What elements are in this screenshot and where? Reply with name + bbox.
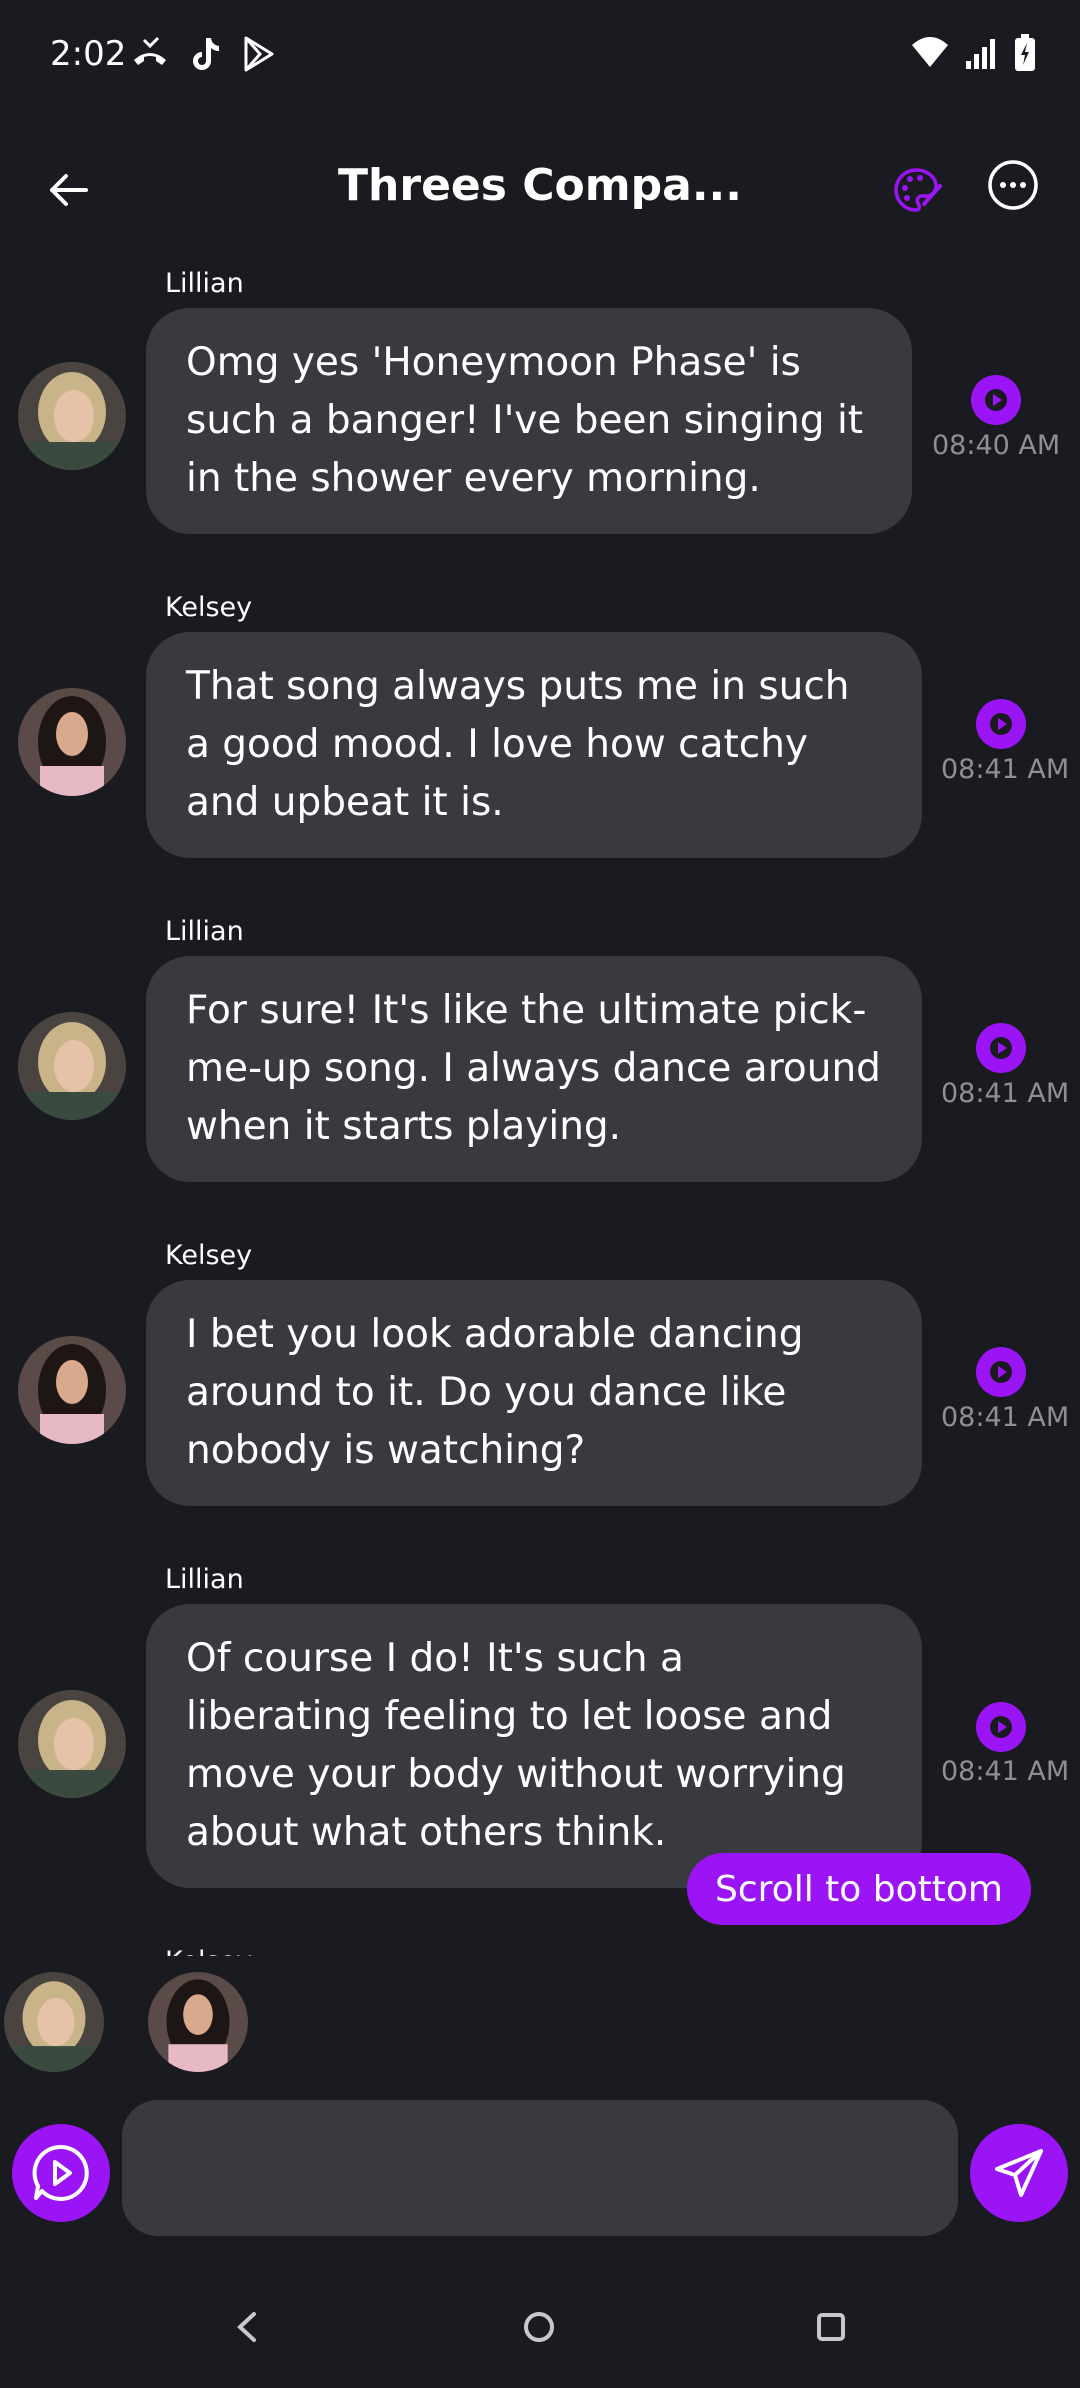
message-timestamp: 08:41 AM <box>941 1756 1070 1787</box>
wifi-icon <box>912 37 948 67</box>
participant-avatar-lillian[interactable] <box>4 1972 104 2072</box>
status-time: 2:02 <box>50 34 127 74</box>
play-icon <box>990 1716 1012 1738</box>
sender-name: Lillian <box>165 1564 244 1595</box>
message-bubble: That song always puts me in such a good … <box>146 632 922 858</box>
play-chat-icon <box>32 2144 89 2201</box>
sender-name: Lillian <box>165 268 244 299</box>
sender-name: Kelsey <box>165 592 253 623</box>
avatar-lillian[interactable] <box>18 1690 126 1798</box>
message-item: Kelsey I bet you look adorable dancing a… <box>0 1240 1080 1510</box>
status-system-icons <box>910 34 1036 72</box>
avatar-lillian[interactable] <box>18 1012 126 1120</box>
message-timestamp: 08:41 AM <box>941 1078 1070 1109</box>
palette-icon <box>894 168 942 212</box>
message-timestamp: 08:41 AM <box>941 754 1070 785</box>
message-item: Lillian Omg yes 'Honeymoon Phase' is suc… <box>0 268 1080 538</box>
message-bubble: For sure! It's like the ultimate pick-me… <box>146 956 922 1182</box>
sender-name-partial: Kelsey <box>165 1946 252 1956</box>
nav-recents-button[interactable] <box>806 2302 856 2352</box>
send-button[interactable] <box>970 2124 1068 2222</box>
message-timestamp: 08:40 AM <box>932 430 1061 461</box>
play-audio-button[interactable] <box>976 1023 1026 1073</box>
play-icon <box>990 1037 1012 1059</box>
scroll-to-bottom-button[interactable]: Scroll to bottom <box>687 1853 1031 1925</box>
play-icon <box>990 1361 1012 1383</box>
play-audio-button[interactable] <box>976 1702 1026 1752</box>
tiktok-icon <box>193 38 219 70</box>
message-item: Kelsey That song always puts me in such … <box>0 592 1080 862</box>
play-audio-button[interactable] <box>971 375 1021 425</box>
message-input[interactable] <box>122 2100 958 2236</box>
play-audio-button[interactable] <box>976 699 1026 749</box>
message-bubble: Omg yes 'Honeymoon Phase' is such a bang… <box>146 308 912 534</box>
sender-name: Kelsey <box>165 1240 253 1271</box>
chat-header: Threes Compa... <box>0 130 1080 250</box>
play-icon <box>990 713 1012 735</box>
avatar-lillian[interactable] <box>18 362 126 470</box>
chevron-left-icon <box>237 2312 256 2342</box>
play-audio-button[interactable] <box>976 1347 1026 1397</box>
theme-palette-button[interactable] <box>884 158 948 222</box>
participant-avatar-kelsey[interactable] <box>148 1972 248 2072</box>
home-circle-icon <box>524 2312 554 2342</box>
voice-play-button[interactable] <box>12 2124 110 2222</box>
nav-home-button[interactable] <box>514 2302 564 2352</box>
signal-icon <box>966 39 995 69</box>
nav-back-button[interactable] <box>222 2302 272 2352</box>
message-item: Lillian For sure! It's like the ultimate… <box>0 916 1080 1186</box>
message-item: Lillian Of course I do! It's such a libe… <box>0 1564 1080 1894</box>
status-bar: 2:02 <box>0 0 1080 110</box>
play-store-icon <box>244 36 274 72</box>
message-timestamp: 08:41 AM <box>941 1402 1070 1433</box>
message-bubble: I bet you look adorable dancing around t… <box>146 1280 922 1506</box>
more-options-button[interactable] <box>984 156 1042 214</box>
missed-call-icon <box>134 36 166 65</box>
sender-name: Lillian <box>165 916 244 947</box>
status-notification-icons <box>130 34 278 74</box>
more-horizontal-icon <box>988 160 1038 210</box>
message-bubble: Of course I do! It's such a liberating f… <box>146 1604 922 1888</box>
battery-icon <box>1015 34 1035 71</box>
avatar-kelsey[interactable] <box>18 1336 126 1444</box>
play-icon <box>985 389 1007 411</box>
recents-square-icon <box>817 2313 845 2341</box>
send-icon <box>995 2149 1043 2197</box>
system-nav-bar <box>0 2290 1080 2370</box>
avatar-kelsey[interactable] <box>18 688 126 796</box>
